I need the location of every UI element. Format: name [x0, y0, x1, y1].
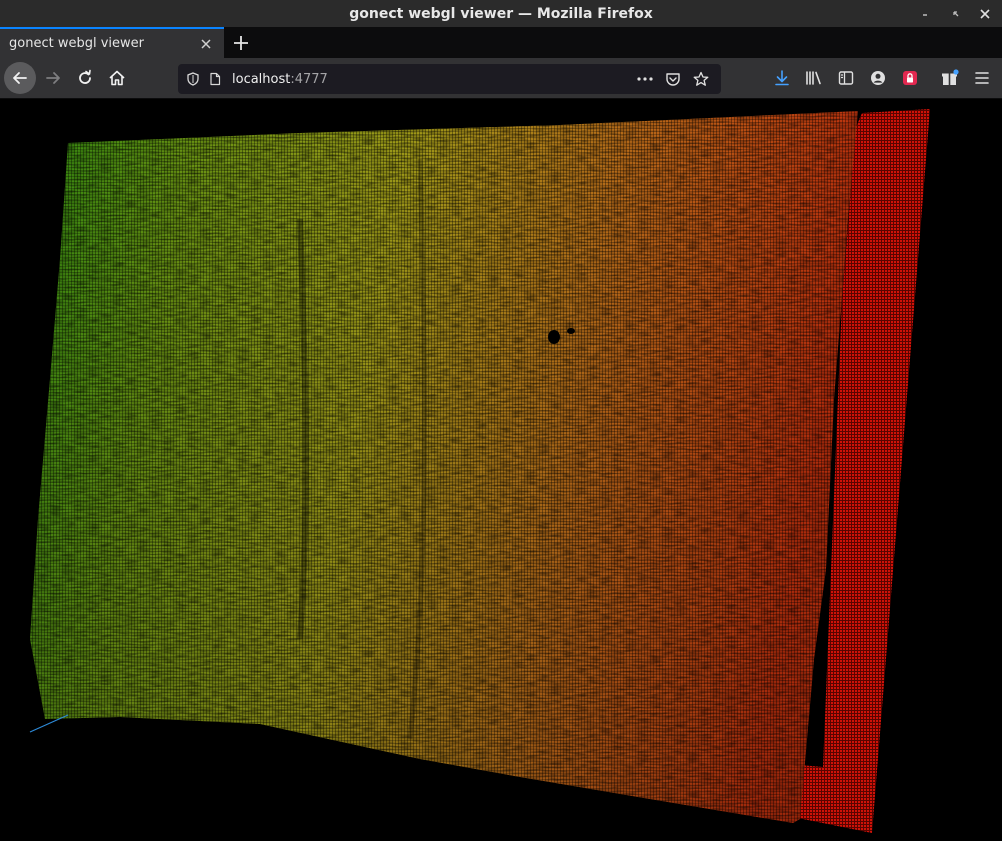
webgl-canvas[interactable]: [0, 99, 1002, 841]
lockwise-button[interactable]: [894, 62, 926, 94]
menu-button[interactable]: [966, 62, 998, 94]
forward-button[interactable]: [37, 62, 69, 94]
home-icon: [109, 70, 125, 86]
browser-window: gonect webgl viewer — Mozilla Firefox go…: [0, 0, 1002, 841]
navigation-toolbar: localhost:4777: [0, 58, 1002, 99]
url-actions: [631, 67, 715, 91]
arrow-left-icon: [13, 72, 27, 84]
library-button[interactable]: [798, 62, 830, 94]
close-window-icon[interactable]: [970, 0, 1000, 27]
hamburger-menu-icon: [975, 72, 989, 84]
back-button[interactable]: [4, 62, 36, 94]
url-text[interactable]: localhost:4777: [232, 72, 631, 87]
point-cloud-surface: [30, 111, 858, 823]
point-cloud-render: [29, 109, 930, 833]
url-bar[interactable]: localhost:4777: [178, 64, 721, 94]
shield-icon[interactable]: [182, 68, 204, 90]
home-button[interactable]: [101, 62, 133, 94]
arrow-right-icon: [46, 72, 60, 84]
window-title: gonect webgl viewer — Mozilla Firefox: [349, 5, 653, 22]
extensions-button[interactable]: [934, 62, 966, 94]
page-icon[interactable]: [204, 68, 226, 90]
tab-title: gonect webgl viewer: [9, 36, 144, 51]
star-icon[interactable]: [687, 67, 715, 91]
lock-icon: [903, 71, 917, 85]
downloads-button[interactable]: [766, 62, 798, 94]
reload-icon: [79, 69, 91, 84]
gift-icon: [942, 69, 959, 85]
ellipsis-icon[interactable]: [631, 67, 659, 91]
minimize-icon[interactable]: [912, 0, 942, 27]
pocket-icon[interactable]: [659, 67, 687, 91]
sidebar-icon: [838, 71, 854, 85]
plus-icon: [234, 35, 248, 50]
maximize-icon[interactable]: [941, 0, 971, 27]
url-host: localhost: [232, 71, 291, 87]
tab-gonect-webgl-viewer[interactable]: gonect webgl viewer: [0, 27, 224, 58]
url-port: :4777: [290, 71, 328, 87]
reload-button[interactable]: [69, 62, 101, 94]
account-button[interactable]: [862, 62, 894, 94]
tab-strip: gonect webgl viewer: [0, 27, 1002, 58]
account-icon: [871, 71, 885, 85]
new-tab-button[interactable]: [228, 27, 254, 58]
download-icon: [775, 70, 789, 86]
library-icon: [806, 71, 821, 85]
title-bar: gonect webgl viewer — Mozilla Firefox: [0, 0, 1002, 27]
tab-close-icon[interactable]: [194, 32, 218, 56]
sidebar-button[interactable]: [830, 62, 862, 94]
